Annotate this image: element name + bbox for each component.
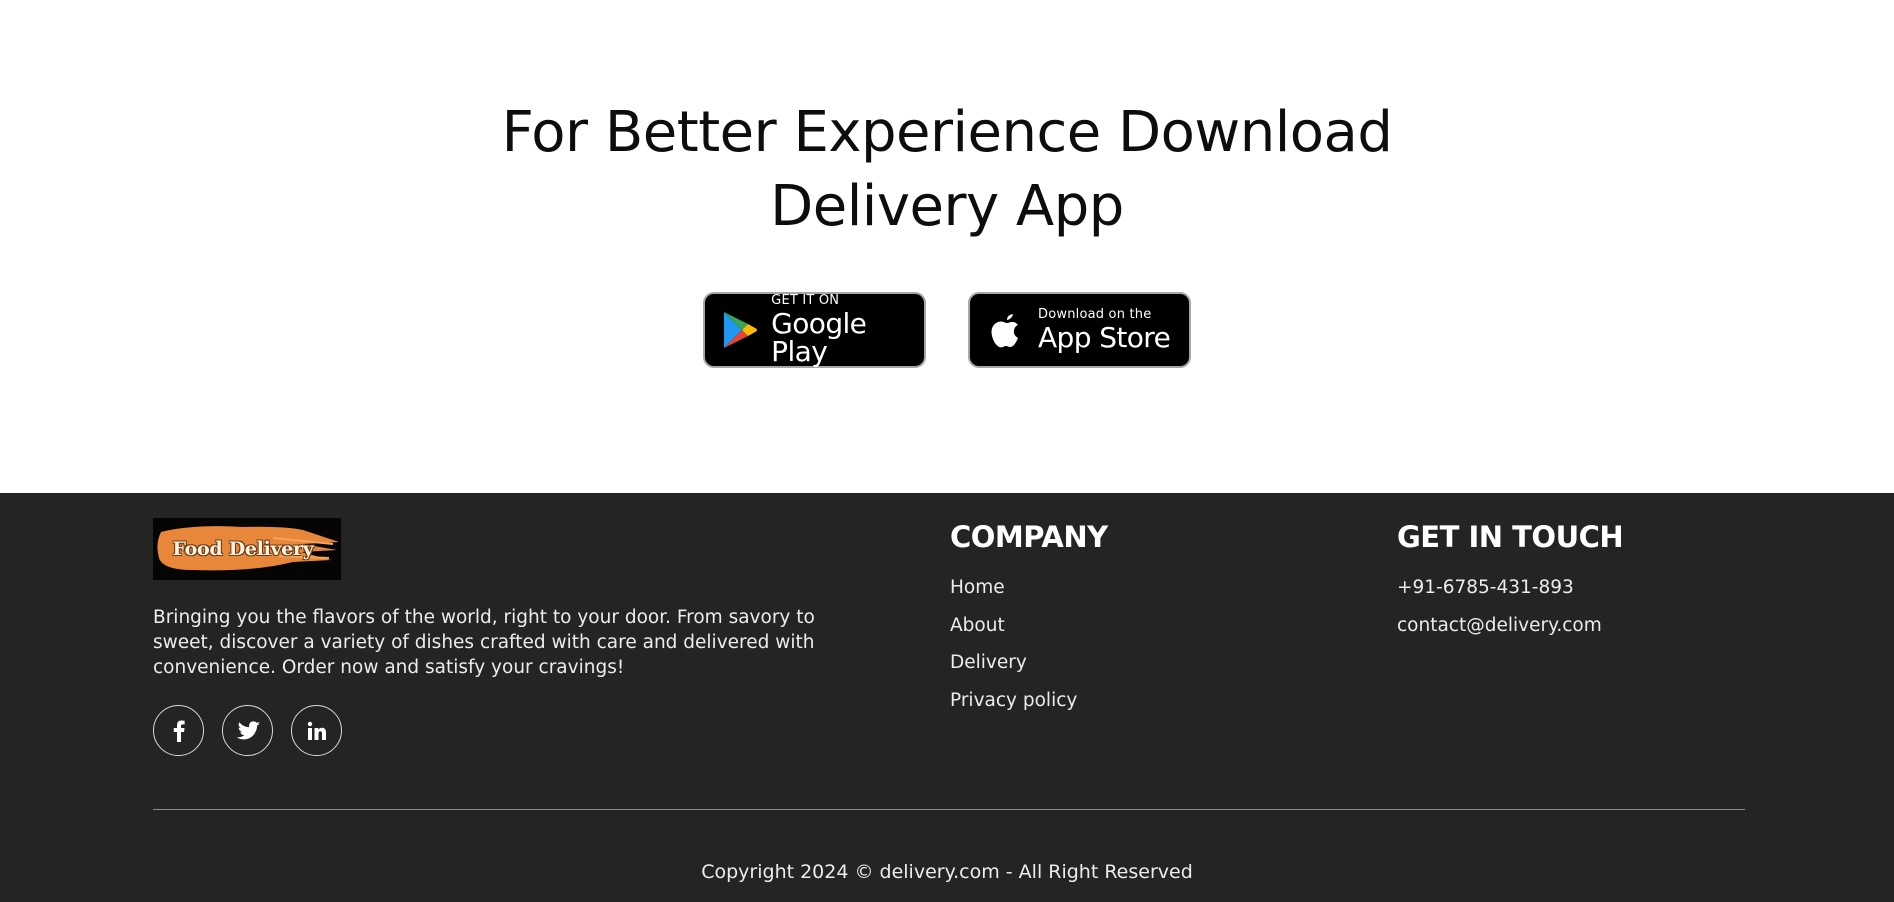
footer-link-privacy-policy[interactable]: Privacy policy bbox=[950, 688, 1108, 714]
copyright-text: Copyright 2024 © delivery.com - All Righ… bbox=[701, 861, 1193, 883]
google-play-small-text: GET IT ON bbox=[771, 293, 840, 308]
site-footer: Food Delivery Bringing you the flavors o… bbox=[0, 493, 1894, 902]
contact-email[interactable]: contact@delivery.com bbox=[1397, 613, 1623, 639]
contact-column: GET IN TOUCH +91-6785-431-893 contact@de… bbox=[1397, 519, 1624, 650]
app-download-title: For Better Experience Download Delivery … bbox=[0, 96, 1894, 244]
google-play-icon bbox=[719, 306, 761, 354]
footer-link-home[interactable]: Home bbox=[950, 575, 1108, 601]
app-store-badge-text: Download on the App Store bbox=[1038, 307, 1171, 354]
app-download-section: For Better Experience Download Delivery … bbox=[0, 0, 1894, 493]
logo-text: Food Delivery bbox=[172, 538, 314, 560]
footer-logo[interactable]: Food Delivery bbox=[153, 518, 341, 580]
store-badges: GET IT ON Google Play Download on the Ap… bbox=[0, 292, 1894, 368]
app-download-title-line2: Delivery App bbox=[770, 174, 1124, 239]
linkedin-icon bbox=[307, 721, 326, 740]
contact-heading: GET IN TOUCH bbox=[1397, 520, 1624, 554]
app-store-small-text: Download on the bbox=[1038, 307, 1152, 322]
app-store-badge[interactable]: Download on the App Store bbox=[968, 292, 1191, 368]
company-column: COMPANY Home About Delivery Privacy poli… bbox=[950, 519, 1108, 725]
linkedin-link[interactable] bbox=[291, 705, 342, 756]
twitter-icon bbox=[236, 720, 260, 739]
apple-icon bbox=[984, 306, 1028, 354]
company-links: Home About Delivery Privacy policy bbox=[950, 575, 1108, 714]
google-play-big-text: Google Play bbox=[771, 307, 867, 368]
contact-phone[interactable]: +91-6785-431-893 bbox=[1397, 575, 1623, 601]
app-download-title-line1: For Better Experience Download bbox=[501, 100, 1393, 165]
facebook-icon bbox=[173, 720, 185, 742]
twitter-link[interactable] bbox=[222, 705, 273, 756]
facebook-link[interactable] bbox=[153, 705, 204, 756]
company-heading: COMPANY bbox=[950, 520, 1108, 554]
google-play-badge-text: GET IT ON Google Play bbox=[771, 294, 924, 366]
social-links bbox=[153, 705, 342, 756]
footer-link-delivery[interactable]: Delivery bbox=[950, 650, 1108, 676]
footer-divider bbox=[153, 809, 1745, 810]
google-play-badge[interactable]: GET IT ON Google Play bbox=[703, 292, 926, 368]
contact-list: +91-6785-431-893 contact@delivery.com bbox=[1397, 575, 1623, 639]
app-store-big-text: App Store bbox=[1038, 321, 1171, 354]
footer-link-about[interactable]: About bbox=[950, 613, 1108, 639]
footer-about-text: Bringing you the flavors of the world, r… bbox=[153, 607, 815, 678]
